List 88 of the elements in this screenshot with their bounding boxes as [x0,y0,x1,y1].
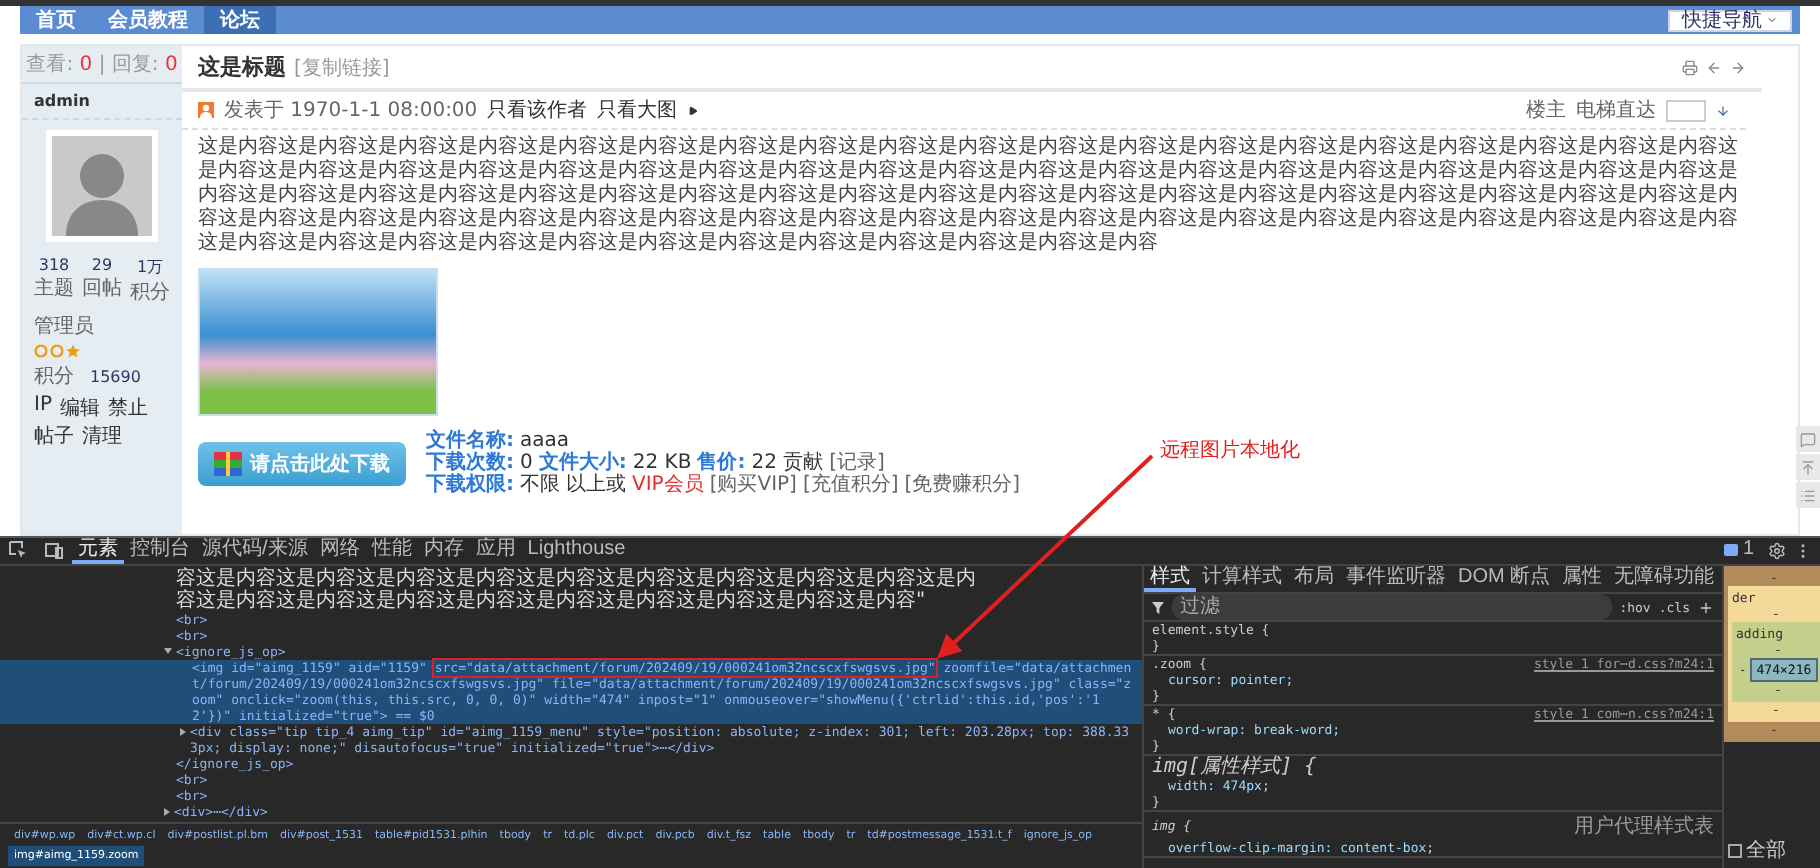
stat-value[interactable]: 318 [38,256,70,274]
file-info-label: 下载权限: [426,474,514,496]
file-info-label: 文件名称: [426,430,514,452]
stat-value[interactable]: 1万 [136,256,164,278]
rank-icon [34,344,86,358]
username[interactable]: admin [22,84,182,120]
file-info-value: 22 贡献 [751,452,824,474]
replies-count: 0 [164,54,178,76]
separator: | [98,54,106,76]
file-info-value: 0 [520,452,533,474]
bracket-link[interactable]: [记录] [829,452,885,474]
plus-icon[interactable] [1698,599,1714,615]
html-text: 容这是内容这是内容这是内容这是内容这是内容这是内容这是内容这是内容这是内容这是内容这是内容这是内容这是内容这是内容这是内容这是内容这是内容这是内容这是内容" [176,568,976,612]
stat-label: 主题 [34,275,74,302]
post-content: 这是内容这是内容这是内容这是内容这是内容这是内容这是内容这是内容这是内容这是内容这是内容这是内容这是内容这是内容这是内容这是内容这是内容这是内容这是内容这是内容这是内容这是内容这是内容这是内容这是内容这是内容这是内容这是内容这是内容这是内容这是内容这是内容这是内容这是内容这是内容这是内容这是内容这是内容这是内容这是内容这是内容这是内容这是内容这是内容这是内容这是内容这是内容这是内容这是内容这是内容这是内容这是内容这是内容这是内容这是内容这是内容这是内容这是内容这是内容这是内容这是内容这是内容这是内容这是内容这是内容这是内容这是内容这是内容这是内容这是内容这是内容这是内容这是内容这是内容这是内容这是内容这是内容这是内容这是内容这是内容这是内容这是内容这是内容这是内容这是内容这是内容这是内容这是内容这是内容 [196,133,1740,258]
admin-action-link[interactable]: IP [34,394,52,422]
devtools-tab[interactable]: 性能 [365,538,418,564]
file-info-value: VIP会员 [632,474,704,496]
styles-tab[interactable]: 无障碍功能 [1608,566,1721,592]
show-all-checkbox[interactable] [1728,843,1742,857]
views-label: 查看: [26,54,74,76]
stat-value[interactable]: 29 [91,256,113,274]
devtools-tab[interactable]: 控制台 [124,538,196,564]
styles-tab[interactable]: 事件监听器 [1340,566,1452,592]
list-icon [1800,487,1816,503]
settings-icon[interactable] [1768,542,1786,560]
arrow-up-icon [1800,459,1816,475]
triangle-icon [687,105,698,115]
devtools-tab[interactable]: Lighthouse [521,538,632,564]
print-icon[interactable] [1682,59,1698,75]
bracket-link[interactable]: [充值积分] [802,474,899,496]
floor-label: 楼主 [1526,97,1566,124]
stat-label: 回帖 [82,275,122,302]
annotation-text: 远程图片本地化 [1160,437,1300,464]
stat-label: 积分 [130,280,170,306]
points-value: 15690 [90,367,141,385]
devtools-tab[interactable]: 源代码/来源 [196,538,314,564]
nav-item[interactable]: 论坛 [204,6,276,34]
styles-tab[interactable]: 属性 [1556,566,1609,592]
filter-field[interactable]: 过滤 [1172,594,1612,620]
admin-action-link[interactable]: 编辑 [59,394,100,422]
file-info-value: aaaa [520,430,570,452]
replies-label: 回复: [111,54,159,76]
bracket-link[interactable]: [免费赚积分] [904,474,1021,496]
arrow-down-icon[interactable] [1716,103,1730,117]
admin-action-link[interactable]: 清理 [82,422,122,450]
expand-toggle-icon[interactable] [164,648,172,654]
styles-tab[interactable]: DOM 断点 [1452,566,1557,592]
admin-action-link[interactable]: 禁止 [107,394,148,422]
file-info-value: 以上或 [566,474,626,496]
issues-button[interactable]: 1 [1718,538,1760,564]
file-info-value: 不限 [520,474,560,496]
devtools-tab[interactable]: 元素 [72,538,124,564]
caret-icon [1766,14,1778,26]
file-info-label: 文件大小: [538,452,627,474]
devtools-tab[interactable]: 应用 [469,538,522,564]
expand-toggle-icon[interactable] [164,808,170,816]
post-date: 发表于 1970-1-1 08:00:00 [224,97,478,124]
file-info-label: 下载次数: [426,452,514,474]
filter-link[interactable]: 只看大图 [597,96,678,124]
file-info-value: 22 KB [632,452,692,474]
file-info-label: 售价: [697,452,746,474]
devtools-tab[interactable]: 内存 [417,538,470,564]
styles-tab[interactable]: 计算样式 [1196,566,1288,592]
bracket-link[interactable]: [购买VIP] [709,474,797,496]
css-selector: img[属性样式] { [1152,756,1317,778]
user-group: 管理员 [34,312,94,340]
package-icon [214,451,242,475]
message-icon [1724,543,1739,555]
arrow-right-icon[interactable] [1730,59,1746,75]
jump-label: 电梯直达 [1576,97,1656,124]
devtools-tab[interactable]: 网络 [313,538,366,564]
checkbox-label: 全部 [1746,837,1786,864]
inspect-icon[interactable] [8,540,28,560]
admin-action-link[interactable]: 帖子 [34,422,74,450]
device-icon[interactable] [44,540,64,560]
funnel-icon [1152,601,1164,613]
points-label: 积分 [34,364,74,390]
user-icon [198,102,214,118]
arrow-left-icon[interactable] [1706,59,1722,75]
styles-tab[interactable]: 布局 [1288,566,1340,592]
floor-input[interactable] [1666,99,1706,121]
speech-bubble-icon [1800,431,1816,447]
filter-link[interactable]: 只看该作者 [487,96,588,124]
expand-toggle-icon[interactable] [180,728,186,736]
views-count: 0 [79,54,93,76]
quick-nav-button[interactable]: 快捷导航 [1668,9,1792,31]
thread-title: 这是标题 [198,52,286,82]
